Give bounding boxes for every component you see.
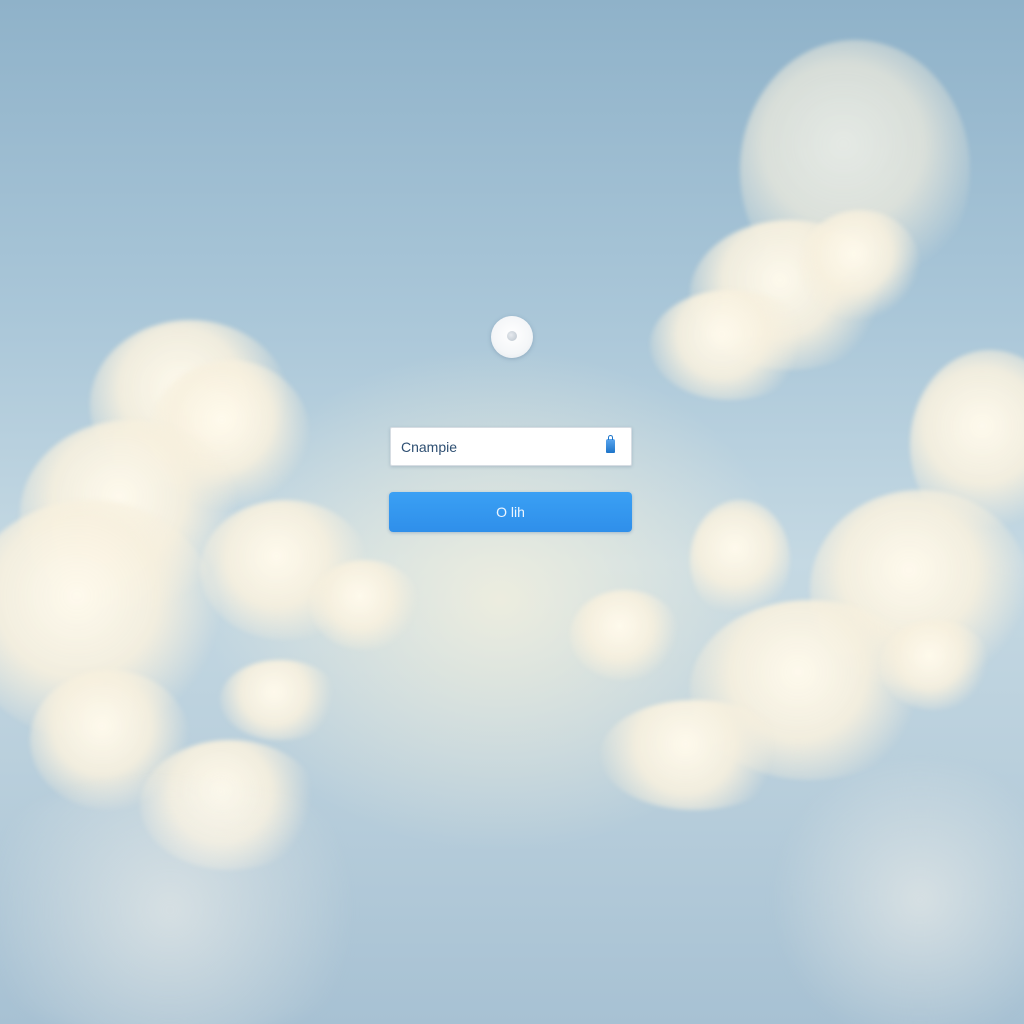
cloud [880,620,990,710]
username-input[interactable] [401,428,591,465]
cloud [600,700,790,810]
lock-icon[interactable] [606,435,615,453]
cloud [650,290,810,400]
cloud [220,660,340,740]
cloud [800,210,920,320]
sky-background: O lih [0,0,1024,1024]
username-field[interactable] [390,427,632,466]
cloud [690,500,790,620]
haze [0,780,400,1024]
haze [760,760,1024,1024]
avatar-dot [507,331,517,341]
submit-button[interactable]: O lih [389,492,632,532]
cloud [570,590,680,680]
cloud [310,560,420,650]
user-avatar-icon[interactable] [491,316,533,358]
